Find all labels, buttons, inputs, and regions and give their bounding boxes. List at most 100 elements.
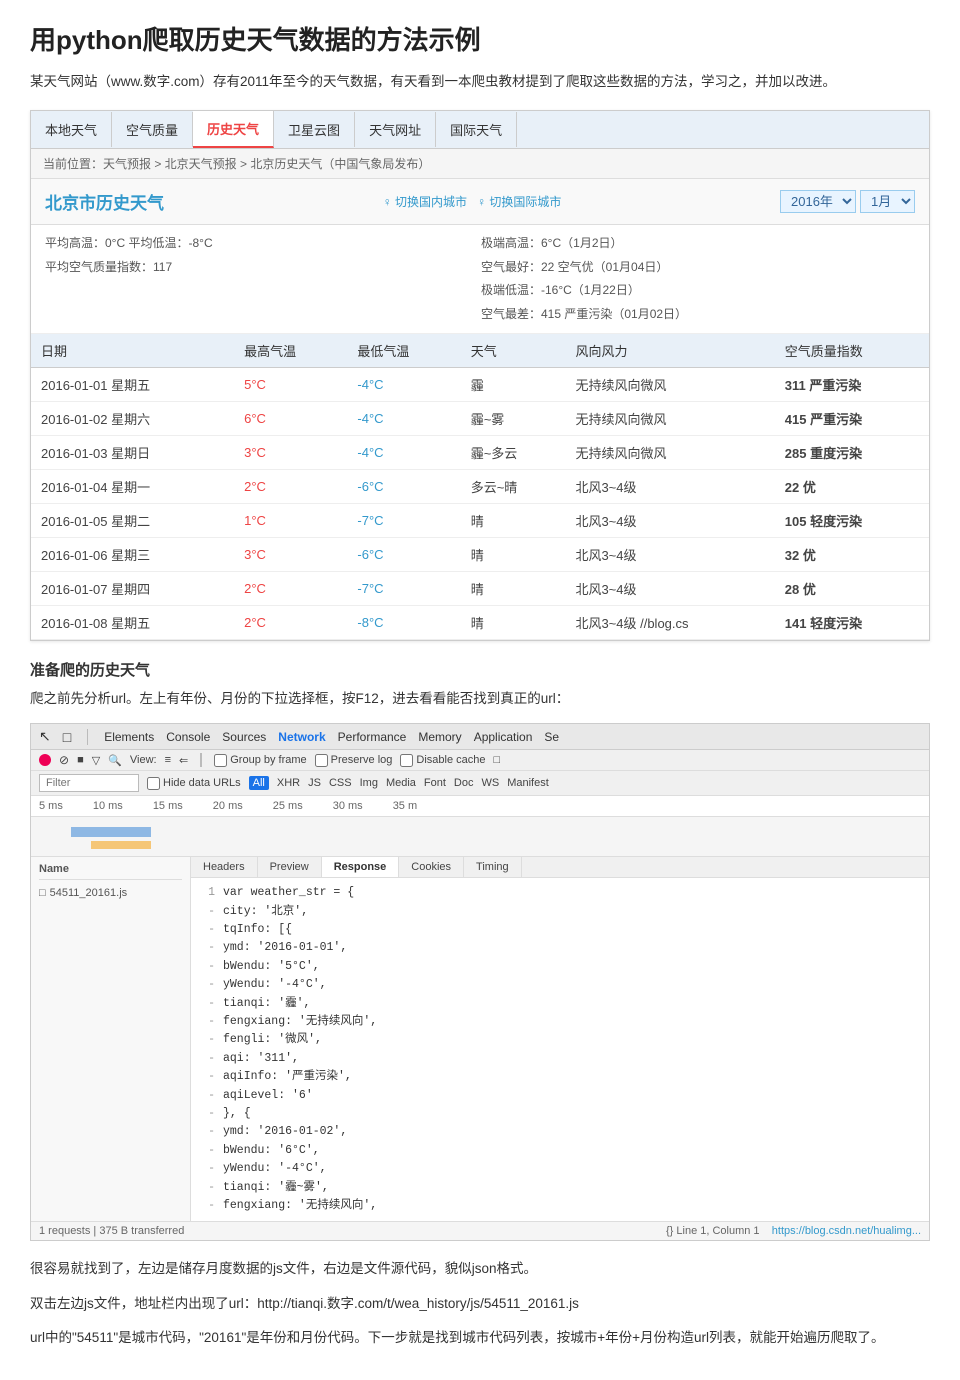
- section1-text: 爬之前先分析url。左上有年份、月份的下拉选择框，按F12，进去看看能否找到真正…: [30, 688, 930, 711]
- switch-international[interactable]: ♀ 切换国际城市: [477, 193, 561, 210]
- cursor-icon[interactable]: ↖: [39, 728, 51, 745]
- nav-weather-sites[interactable]: 天气网址: [355, 112, 436, 147]
- line-number: -: [199, 921, 215, 939]
- cell-weather: 晴: [461, 504, 566, 538]
- xhr-filter[interactable]: XHR: [277, 777, 300, 789]
- cell-low: -7°C: [347, 572, 460, 606]
- closing-p3: url中的"54511"是城市代码，"20161"是年份和月份代码。下一步就是找…: [30, 1326, 930, 1350]
- line-number: -: [199, 1142, 215, 1160]
- memory-tab[interactable]: Memory: [418, 730, 461, 744]
- cell-wind: 无持续风向微风: [565, 368, 774, 402]
- timing-subtab[interactable]: Timing: [464, 857, 522, 877]
- timeline-20ms: 20 ms: [213, 800, 243, 812]
- ws-filter[interactable]: WS: [481, 777, 499, 789]
- disable-cache-checkbox[interactable]: Disable cache: [400, 754, 485, 767]
- cell-weather: 多云~晴: [461, 470, 566, 504]
- cell-date: 2016-01-06 星期三: [31, 538, 234, 572]
- img-filter[interactable]: Img: [360, 777, 378, 789]
- hide-data-urls-checkbox[interactable]: Hide data URLs: [147, 777, 241, 790]
- file-name-label[interactable]: 54511_20161.js: [50, 887, 127, 899]
- application-tab[interactable]: Application: [474, 730, 533, 744]
- code-line: 1var weather_str = {: [199, 884, 921, 902]
- more-tabs[interactable]: Se: [544, 730, 559, 744]
- nav-air-quality[interactable]: 空气质量: [112, 112, 193, 147]
- elements-tab[interactable]: Elements: [104, 730, 154, 744]
- js-filter[interactable]: JS: [308, 777, 321, 789]
- timeline-35ms: 35 m: [393, 800, 417, 812]
- line-number: -: [199, 1160, 215, 1178]
- code-text: aqiInfo: '严重污染',: [223, 1068, 352, 1086]
- performance-tab[interactable]: Performance: [338, 730, 407, 744]
- month-select[interactable]: 1月: [860, 190, 915, 213]
- line-number: -: [199, 1013, 215, 1031]
- breadcrumb: 当前位置：天气预报 > 北京天气预报 > 北京历史天气（中国气象局发布）: [31, 149, 929, 179]
- stat-aqi-best: 空气最好：22 空气优（01月04日）: [481, 257, 915, 279]
- sources-tab[interactable]: Sources: [222, 730, 266, 744]
- line-number: -: [199, 939, 215, 957]
- all-filter[interactable]: All: [249, 776, 269, 790]
- group-by-frame-checkbox[interactable]: Group by frame: [214, 754, 306, 767]
- inspect-icon[interactable]: □: [63, 729, 71, 745]
- nav-local-weather[interactable]: 本地天气: [31, 112, 112, 147]
- cell-high: 2°C: [234, 606, 347, 640]
- preview-subtab[interactable]: Preview: [258, 857, 322, 877]
- cookies-subtab[interactable]: Cookies: [399, 857, 464, 877]
- code-text: ymd: '2016-01-02',: [223, 1123, 347, 1141]
- code-line: - aqi: '311',: [199, 1050, 921, 1068]
- line-number: -: [199, 1050, 215, 1068]
- line-number: -: [199, 1087, 215, 1105]
- file-checkbox[interactable]: □: [39, 887, 46, 899]
- filter-input[interactable]: [39, 774, 139, 792]
- doc-filter[interactable]: Doc: [454, 777, 474, 789]
- search-icon[interactable]: 🔍: [108, 754, 122, 767]
- view-label: View:: [130, 754, 157, 766]
- closing-p2: 双击左边js文件，地址栏内出现了url：http://tianqi.数字.com…: [30, 1292, 930, 1316]
- view-waterfall-icon[interactable]: ⇐: [179, 754, 188, 767]
- record-icon[interactable]: [39, 754, 51, 766]
- city-title: 北京市历史天气: [45, 189, 164, 214]
- line-number: -: [199, 958, 215, 976]
- devtools-subtab-bar: Headers Preview Response Cookies Timing: [191, 857, 929, 878]
- cell-date: 2016-01-02 星期六: [31, 402, 234, 436]
- stat-max-temp: 极端高温：6°C（1月2日）: [481, 233, 915, 255]
- cell-aqi: 141 轻度污染: [775, 606, 929, 640]
- code-text: ymd: '2016-01-01',: [223, 939, 347, 957]
- year-select[interactable]: 2016年: [780, 190, 856, 213]
- cell-high: 3°C: [234, 436, 347, 470]
- filter-icon[interactable]: ▽: [92, 754, 100, 767]
- devtools-name-column: Name □ 54511_20161.js: [31, 857, 191, 1221]
- cell-aqi: 105 轻度污染: [775, 504, 929, 538]
- nav-history-weather[interactable]: 历史天气: [193, 111, 274, 148]
- devtools-panel: ↖ □ Elements Console Sources Network Per…: [30, 723, 930, 1241]
- code-text: var weather_str = {: [223, 884, 354, 902]
- offline-icon[interactable]: □: [494, 754, 501, 766]
- media-filter[interactable]: Media: [386, 777, 416, 789]
- timeline-bars: [31, 817, 929, 857]
- cell-weather: 霾~多云: [461, 436, 566, 470]
- code-line: - bWendu: '5°C',: [199, 958, 921, 976]
- manifest-filter[interactable]: Manifest: [507, 777, 549, 789]
- line-col-info: {} Line 1, Column 1 https://blog.csdn.ne…: [666, 1225, 921, 1237]
- font-filter[interactable]: Font: [424, 777, 446, 789]
- table-row: 2016-01-05 星期二 1°C -7°C 晴 北风3~4级 105 轻度污…: [31, 504, 929, 538]
- devtools-detail-panel: Headers Preview Response Cookies Timing …: [191, 857, 929, 1221]
- table-row: 2016-01-03 星期日 3°C -4°C 霾~多云 无持续风向微风 285…: [31, 436, 929, 470]
- clear-icon[interactable]: ⊘: [59, 753, 69, 767]
- view-list-icon[interactable]: ≡: [165, 754, 171, 766]
- preserve-log-checkbox[interactable]: Preserve log: [315, 754, 393, 767]
- file-item[interactable]: □ 54511_20161.js: [39, 884, 182, 902]
- timeline-15ms: 15 ms: [153, 800, 183, 812]
- switch-domestic[interactable]: ♀ 切换国内城市: [383, 193, 467, 210]
- network-tab[interactable]: Network: [278, 730, 325, 744]
- table-row: 2016-01-06 星期三 3°C -6°C 晴 北风3~4级 32 优: [31, 538, 929, 572]
- cell-aqi: 311 严重污染: [775, 368, 929, 402]
- nav-satellite[interactable]: 卫星云图: [274, 112, 355, 147]
- console-tab[interactable]: Console: [166, 730, 210, 744]
- cell-high: 6°C: [234, 402, 347, 436]
- response-subtab[interactable]: Response: [322, 857, 400, 877]
- nav-international[interactable]: 国际天气: [436, 112, 517, 147]
- css-filter[interactable]: CSS: [329, 777, 352, 789]
- headers-subtab[interactable]: Headers: [191, 857, 258, 877]
- col-high: 最高气温: [234, 334, 347, 368]
- stop-icon[interactable]: ■: [77, 754, 84, 766]
